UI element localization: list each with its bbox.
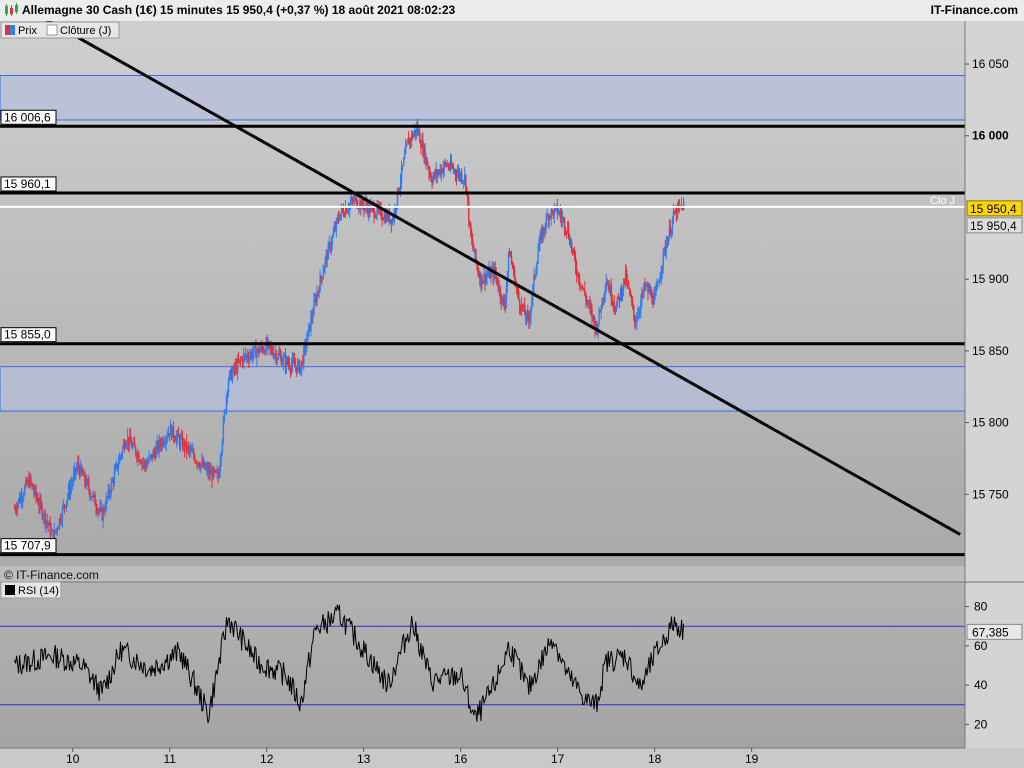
level-label: 15 960,1 (4, 177, 51, 191)
candle-body (466, 186, 468, 192)
candle-body (633, 305, 635, 315)
candle-body (564, 229, 567, 232)
candle-body (322, 272, 324, 279)
candle-body (536, 263, 538, 270)
candle-body (113, 471, 116, 484)
x-axis-tick-label: 17 (551, 752, 565, 766)
candle-body (402, 158, 405, 166)
chart-title: Allemagne 30 Cash (1€) 15 minutes 15 950… (22, 3, 456, 17)
candle-body (537, 251, 539, 264)
rsi-current-value: 67,385 (972, 625, 1009, 639)
x-axis-tick-label: 18 (648, 752, 662, 766)
candle-body (518, 290, 520, 300)
x-axis-tick-label: 19 (745, 752, 759, 766)
candle-body (406, 142, 408, 146)
rsi-y-axis-tick-label: 40 (974, 678, 988, 692)
x-axis-tick-label: 12 (260, 752, 274, 766)
candle-body (628, 282, 630, 288)
rsi-swatch-icon (5, 585, 15, 595)
candle-body (579, 281, 581, 284)
candle-body (110, 481, 113, 494)
support-resistance-zone (0, 75, 966, 121)
support-resistance-zone (0, 366, 966, 412)
x-axis: 10 11 12 13 16 17 18 19 (0, 747, 1024, 768)
x-axis-tick-label: 16 (454, 752, 468, 766)
rsi-y-axis-tick-label: 80 (974, 600, 988, 614)
candle-body (117, 463, 120, 469)
previous-close-line-label: Clo J (930, 195, 955, 207)
y-axis-tick-label: 15 750 (972, 487, 1009, 501)
rsi-y-axis-tick-label: 60 (974, 639, 988, 653)
candle-body (403, 153, 406, 159)
candle-body (600, 309, 602, 312)
y-axis-tick-label: 16 000 (972, 129, 1009, 143)
candle-body (222, 420, 225, 442)
price-legend: Prix Clôture (J) (0, 21, 120, 39)
candle-body (475, 249, 477, 260)
current-price-value: 15 950,4 (970, 202, 1017, 216)
legend-price-label: Prix (18, 25, 37, 37)
rsi-legend: RSI (14) (0, 581, 62, 599)
candle-body (465, 175, 467, 187)
chart-title-bar: Allemagne 30 Cash (1€) 15 minutes 15 950… (0, 0, 1024, 22)
y-axis-tick-label: 15 850 (972, 344, 1009, 358)
candle-body (570, 241, 573, 250)
candle-body (227, 380, 230, 392)
x-axis-tick-label: 10 (66, 752, 80, 766)
x-axis-tick-label: 13 (357, 752, 371, 766)
legend-close-label: Clôture (J) (60, 25, 111, 37)
watermark: © IT-Finance.com (4, 568, 99, 582)
candle-body (545, 216, 547, 229)
y-axis-tick-label: 15 900 (972, 272, 1009, 286)
price-panel: Clo J 16 006,6 15 960,1 15 855,0 15 707,9 P… (0, 21, 966, 582)
y-axis-tick-label: 15 800 (972, 416, 1009, 430)
rsi-legend-label: RSI (14) (18, 585, 59, 597)
candle-body (313, 301, 315, 315)
x-axis-background (0, 748, 1024, 768)
candle-body (331, 236, 334, 245)
candlestick-icon (5, 3, 18, 16)
price-swatch-icon-blue (10, 25, 15, 35)
x-axis-tick-label: 11 (163, 752, 176, 766)
price-y-axis: 16 050 16 000 15 900 15 850 15 800 15 750 15 … (964, 21, 1024, 582)
price-swatch-icon (5, 25, 10, 35)
level-label: 16 006,6 (4, 110, 51, 124)
candle-body (295, 365, 297, 367)
level-label: 15 707,9 (4, 539, 51, 553)
candle-body (282, 357, 285, 363)
candle-body (121, 447, 124, 455)
candle-body (656, 282, 658, 289)
brand-name: IT-Finance.com (930, 3, 1018, 17)
chart-canvas[interactable]: Clo J 16 006,6 15 960,1 15 855,0 15 707,9 P… (0, 21, 1024, 768)
previous-close-value: 15 950,4 (970, 219, 1017, 233)
y-axis-tick-label: 16 050 (972, 57, 1009, 71)
rsi-panel: RSI (14) 80 60 40 20 67,385 (0, 581, 1024, 748)
candle-body (468, 200, 470, 222)
level-label: 15 855,0 (4, 328, 51, 342)
rsi-y-axis-tick-label: 20 (974, 717, 988, 731)
candle-body (682, 201, 685, 210)
close-swatch-icon (46, 24, 58, 36)
